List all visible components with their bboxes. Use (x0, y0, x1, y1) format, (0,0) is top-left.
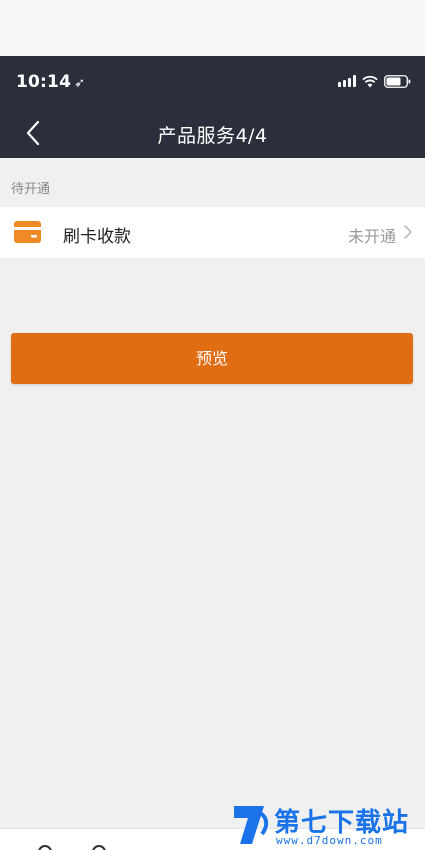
bottom-circle-icon (92, 845, 106, 850)
watermark: 第七下载站 www.d7down.com (230, 800, 420, 850)
watermark-url: www.d7down.com (276, 834, 383, 847)
service-row-card-payment[interactable]: 刷卡收款 未开通 (0, 207, 425, 258)
top-blank-area (0, 0, 425, 56)
watermark-logo-icon (234, 806, 269, 844)
status-time: 10:14 ➶ (16, 72, 85, 92)
battery-icon (384, 74, 411, 88)
signal-icon (338, 75, 356, 87)
section-label: 待开通 (11, 182, 51, 197)
chevron-right-icon (404, 225, 412, 239)
service-name: 刷卡收款 (63, 227, 131, 247)
page-title: 产品服务4/4 (157, 125, 268, 147)
location-icon: ➶ (74, 76, 86, 91)
credit-card-icon (14, 221, 41, 243)
status-time-text: 10:14 (16, 72, 72, 92)
navigation-bar: 产品服务4/4 (0, 106, 425, 158)
status-indicators (338, 72, 411, 90)
preview-button[interactable]: 预览 (11, 333, 413, 384)
wifi-icon (362, 75, 378, 88)
service-status: 未开通 (347, 227, 396, 246)
status-bar: 10:14 ➶ (0, 56, 425, 106)
bottom-circle-icon (38, 845, 52, 850)
